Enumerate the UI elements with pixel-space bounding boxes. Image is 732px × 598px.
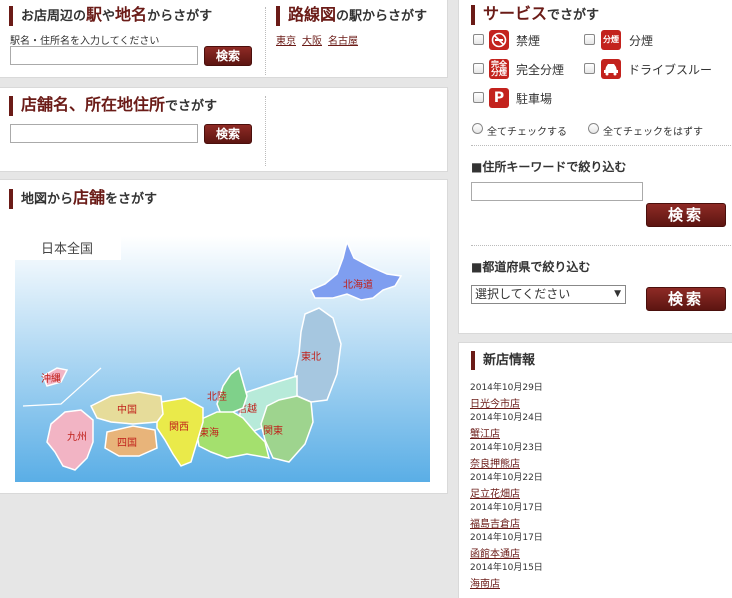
no-smoking-checkbox[interactable] [473, 34, 484, 45]
heading-emphasis: 店舗名、所在地住所 [21, 95, 166, 114]
line-link-tokyo[interactable]: 東京 [276, 32, 296, 47]
service-label: 駐車場 [516, 92, 553, 106]
news-store-link[interactable]: 足立花畑店 [470, 485, 520, 500]
divider [265, 96, 266, 166]
line-link-osaka[interactable]: 大阪 [302, 32, 322, 47]
station-search-input[interactable] [10, 46, 198, 65]
news-date: 2014年10月29日 [470, 383, 543, 393]
heading-text: お店周辺の [21, 9, 87, 24]
no-smoking-icon [489, 30, 509, 50]
station-search-button[interactable]: 検索 [204, 46, 252, 66]
news-date: 2014年10月15日 [470, 563, 543, 573]
heading-emphasis: 路線図 [288, 5, 337, 24]
heading-text: でさがす [547, 8, 600, 23]
heading-text: からさがす [147, 9, 213, 24]
region-label: 関西 [169, 421, 189, 433]
search-panel-top: お店周辺の駅や地名からさがす 駅名・住所名を入力してください 検索 路線図の駅か… [0, 0, 448, 78]
japan-map: 日本全国 北海道 東北 甲信越 関東 北陸 東海 関西 中国 四国 九州 沖縄 [15, 236, 430, 482]
all-japan-link[interactable]: 日本全国 [41, 241, 93, 257]
keyword-search-button[interactable]: 検索 [646, 203, 726, 227]
keyword-input[interactable] [471, 182, 643, 201]
news-panel: 新店情報 2014年10月29日 日光今市店 2014年10月24日 蟹江店 2… [458, 342, 732, 598]
heading-text: をさがす [105, 192, 158, 207]
region-shikoku[interactable]: 四国 [104, 425, 158, 457]
heading-text: 地図から [21, 192, 74, 207]
news-date: 2014年10月17日 [470, 503, 543, 513]
news-store-link[interactable]: 海南店 [470, 575, 500, 590]
service-label: 分煙 [629, 34, 654, 48]
region-label: 九州 [67, 431, 87, 443]
news-date: 2014年10月22日 [470, 473, 543, 483]
news-date: 2014年10月24日 [470, 413, 543, 423]
region-label: 沖縄 [41, 372, 61, 385]
prefecture-selected-value: 選択してください [475, 287, 571, 301]
name-search-heading: 店舗名、所在地住所でさがす [9, 96, 217, 116]
news-store-link[interactable]: 函館本通店 [470, 545, 520, 560]
region-label: 関東 [263, 424, 283, 437]
region-label: 東北 [301, 350, 321, 363]
region-label: 北海道 [343, 278, 373, 291]
heading-emphasis: 駅 [86, 5, 103, 24]
heading-emphasis: 地名 [115, 5, 148, 24]
divider [265, 7, 266, 75]
check-all-radio[interactable] [472, 123, 483, 134]
heading-text: や [102, 9, 116, 24]
full-separate-smoking-icon: 完全分煙 [489, 59, 509, 79]
service-panel: サービスでさがす 禁煙 分煙 分煙 完全分煙 完全分煙 ドライブスルー P 駐車… [458, 0, 732, 334]
station-input-label: 駅名・住所名を入力してください [10, 36, 160, 47]
news-date: 2014年10月17日 [470, 533, 543, 543]
news-date: 2014年10月23日 [470, 443, 543, 453]
parking-icon: P [489, 88, 509, 108]
full-separate-smoking-checkbox[interactable] [473, 63, 484, 74]
prefecture-select[interactable]: 選択してください ▼ [471, 285, 626, 304]
prefecture-search-button[interactable]: 検索 [646, 287, 726, 311]
drive-thru-checkbox[interactable] [584, 63, 595, 74]
news-heading: 新店情報 [471, 351, 535, 370]
uncheck-all-label[interactable]: 全てチェックをはずす [603, 123, 703, 138]
divider [471, 145, 732, 146]
name-search-panel: 店舗名、所在地住所でさがす 検索 [0, 87, 448, 172]
heading-text: 新店情報 [483, 353, 536, 368]
divider [471, 245, 732, 246]
service-label: 完全分煙 [516, 63, 565, 77]
station-search-heading: お店周辺の駅や地名からさがす [9, 6, 212, 26]
region-label: 中国 [117, 403, 137, 416]
region-label: 四国 [117, 437, 137, 449]
uncheck-all-radio[interactable] [588, 123, 599, 134]
heading-emphasis: 店舗 [73, 188, 106, 207]
name-search-input[interactable] [10, 124, 198, 143]
line-link-nagoya[interactable]: 名古屋 [328, 32, 358, 47]
region-label: 北陸 [207, 390, 227, 403]
news-store-link[interactable]: 奈良押熊店 [470, 455, 520, 470]
heading-text: でさがす [165, 99, 218, 114]
service-label: ドライブスルー [628, 63, 713, 77]
prefecture-heading: ■都道府県で絞り込む [471, 260, 591, 274]
separate-smoking-icon: 分煙 [601, 30, 621, 50]
service-heading: サービスでさがす [471, 5, 599, 25]
keyword-heading: ■住所キーワードで絞り込む [471, 160, 627, 174]
service-label: 禁煙 [516, 34, 541, 48]
news-store-link[interactable]: 日光今市店 [470, 395, 520, 410]
heading-emphasis: サービス [483, 4, 548, 23]
parking-checkbox[interactable] [473, 92, 484, 103]
map-search-heading: 地図から店舗をさがす [9, 189, 157, 209]
drive-thru-icon [601, 59, 621, 79]
news-store-link[interactable]: 蟹江店 [470, 425, 500, 440]
line-search-heading: 路線図の駅からさがす [276, 6, 427, 26]
separate-smoking-checkbox[interactable] [584, 34, 595, 45]
name-search-button[interactable]: 検索 [204, 124, 252, 144]
map-panel: 地図から店舗をさがす 日本全国 北海道 東北 甲信越 関東 北陸 東海 関西 中… [0, 179, 448, 494]
news-store-link[interactable]: 福島吉倉店 [470, 515, 520, 530]
dropdown-arrow-icon: ▼ [614, 289, 621, 299]
heading-text: の駅からさがす [336, 9, 428, 24]
region-label: 東海 [199, 426, 219, 439]
check-all-label[interactable]: 全てチェックする [487, 123, 567, 138]
